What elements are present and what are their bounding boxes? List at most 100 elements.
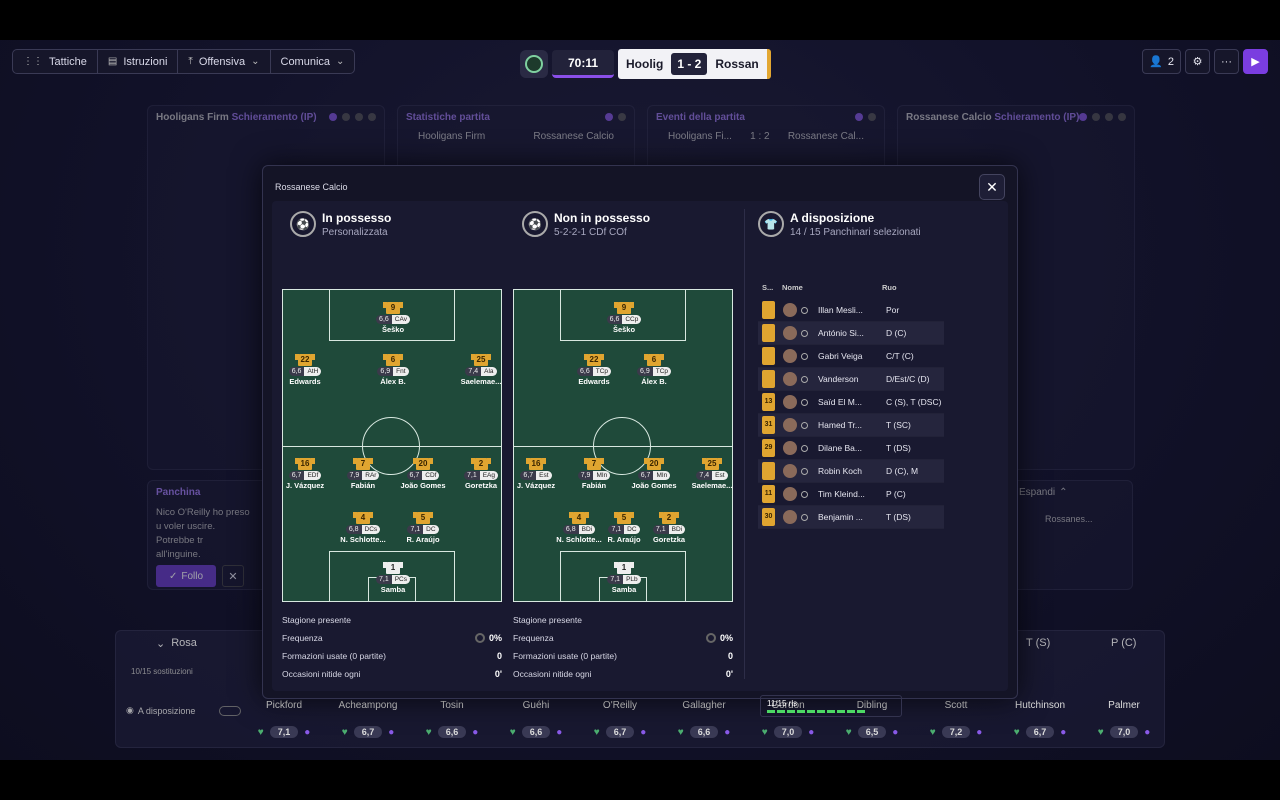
settings-button[interactable]: ⚙ <box>1185 49 1210 74</box>
player-role: DCs <box>361 525 381 534</box>
pitch-player[interactable]: 9 6,6 CCp Šeško <box>594 302 654 342</box>
pitch-player[interactable]: 5 7,1 DC R. Araújo <box>393 512 453 552</box>
gear-icon: ⚙ <box>1192 56 1203 68</box>
bench-player-name: Robin Koch <box>818 466 862 476</box>
pitch-player[interactable]: 16 6,7 Est J. Vázquez <box>514 458 566 498</box>
col-role[interactable]: Ruo <box>882 283 897 292</box>
mentality-dropdown[interactable]: ⤒ Offensiva ⌄ <box>178 50 271 73</box>
bench-row[interactable]: 11 Tim Kleind... P (C) <box>758 483 944 506</box>
follow-button[interactable]: ✓ Follo <box>156 565 216 587</box>
pitch-player[interactable]: 7 7,9 MIn Fabián <box>564 458 624 498</box>
headset-icon <box>801 329 808 337</box>
pitch-player[interactable]: 20 6,7 CDf João Gomes <box>393 458 453 498</box>
player-shirt-number: 1 <box>383 562 403 574</box>
player-role: BDi <box>578 525 596 534</box>
pitch-player[interactable]: 4 6,8 DCs N. Schlotte... <box>333 512 393 552</box>
player-rating: 6,6 <box>288 367 305 376</box>
player-rating: 6,6 <box>576 367 593 376</box>
status-dot-icon: ● <box>892 726 899 738</box>
player-role: EDf <box>304 471 322 480</box>
frequency-ring-icon <box>705 633 716 643</box>
bench-player-name: António Si... <box>818 328 864 338</box>
pitch-player[interactable]: 2 7,1 EAg Goretzka <box>451 458 501 498</box>
squad-player-name[interactable]: Gallagher <box>664 700 744 711</box>
pitch-player[interactable]: 25 7,4 Est Saelemae... <box>682 458 732 498</box>
player-shirt-number: 9 <box>614 302 634 314</box>
pitch-player[interactable]: 1 7,1 PCs Samba <box>363 562 423 601</box>
out-possession-header: ⚽ Non in possesso 5-2-2-1 CDf COf <box>522 211 650 238</box>
player-rating: 6,8 <box>562 525 579 534</box>
dismiss-button[interactable]: ✕ <box>222 565 244 587</box>
squad-player-name[interactable]: Pickford <box>244 700 324 711</box>
pitch-player[interactable]: 20 6,7 MIn João Gomes <box>624 458 684 498</box>
squad-title[interactable]: Rosa <box>171 637 197 650</box>
tactics-button[interactable]: ⋮⋮ Tattiche <box>13 50 98 73</box>
headset-icon <box>801 352 808 360</box>
status-dot-icon: ● <box>388 726 395 738</box>
col-name[interactable]: Nome <box>782 283 882 292</box>
squad-player-rating: 7,2 <box>941 726 971 738</box>
pitch-player[interactable]: 22 6,6 TCp Edwards <box>564 354 624 394</box>
player-role: AtH <box>304 367 322 376</box>
pitch-player[interactable]: 7 7,9 RAr Fabián <box>333 458 393 498</box>
player-role: Fnt <box>393 367 409 376</box>
home-team: Hoolig <box>626 57 664 71</box>
bench-shirt-number: 31 <box>762 416 775 434</box>
squad-player-name[interactable]: Palmer <box>1084 700 1164 711</box>
instructions-button[interactable]: ▤ Istruzioni <box>98 50 179 73</box>
player-rating: 7,9 <box>346 471 363 480</box>
pitch-player[interactable]: 22 6,6 AtH Edwards <box>283 354 335 394</box>
bench-row[interactable]: 30 Benjamin ... T (DS) <box>758 506 944 529</box>
bench-row[interactable]: Vanderson D/Est/C (D) <box>758 368 944 391</box>
squad-player-name[interactable]: O'Reilly <box>580 700 660 711</box>
avatar <box>783 395 797 409</box>
bench-player-name: Hamed Tr... <box>818 420 862 430</box>
squad-player-name[interactable]: Acheampong <box>328 700 408 711</box>
frequency-ring-icon <box>474 633 485 643</box>
bench-row[interactable]: Gabri Veiga C/T (C) <box>758 345 944 368</box>
communicate-dropdown[interactable]: Comunica ⌄ <box>271 50 355 73</box>
bench-player-role: D (C), M <box>886 466 919 476</box>
club-badge-icon[interactable] <box>520 50 548 78</box>
bench-row[interactable]: António Si... D (C) <box>758 322 944 345</box>
bench-row[interactable]: 31 Hamed Tr... T (SC) <box>758 414 944 437</box>
expand-button[interactable]: Espandi <box>1019 487 1055 498</box>
pitch-player[interactable]: 6 6,9 Fnt Álex B. <box>363 354 423 394</box>
match-toolbar: ⋮⋮ Tattiche ▤ Istruzioni ⤒ Offensiva ⌄ Comun… <box>12 49 356 74</box>
squad-player-rating: 6,6 <box>521 726 551 738</box>
player-shirt-number: 16 <box>295 458 315 470</box>
pitch-player[interactable]: 6 6,9 TCp Álex B. <box>624 354 684 394</box>
squad-player-name[interactable]: Guéhi <box>496 700 576 711</box>
col-shirt[interactable]: S... <box>762 283 782 292</box>
pitch-player[interactable]: 16 6,7 EDf J. Vázquez <box>283 458 335 498</box>
more-button[interactable]: ··· <box>1214 49 1239 74</box>
bench-row[interactable]: 29 Dilane Ba... T (DS) <box>758 437 944 460</box>
player-role: MIn <box>653 471 671 480</box>
squad-player-name[interactable]: Hutchinson <box>1000 700 1080 711</box>
player-rating: 7,4 <box>696 471 713 480</box>
available-toggle[interactable] <box>219 705 242 716</box>
player-shirt-number: 20 <box>644 458 664 470</box>
heart-icon: ♥ <box>509 726 516 738</box>
bench-row[interactable]: Robin Koch D (C), M <box>758 460 944 483</box>
pitch-player[interactable]: 25 7,4 Ala Saelemae... <box>451 354 501 394</box>
squad-player-name[interactable]: Scott <box>916 700 996 711</box>
pitch-player[interactable]: 2 7,1 BDi Goretzka <box>639 512 699 552</box>
squad-player-rating: 6,7 <box>353 726 383 738</box>
bench-row[interactable]: 13 Saïd El M... C (S), T (DSC) <box>758 391 944 414</box>
right-tools: 👤 2 ⚙ ··· ▶ <box>1142 49 1268 74</box>
player-rating: 6,7 <box>406 471 423 480</box>
pitch-player[interactable]: 1 7,1 PLb Samba <box>594 562 654 601</box>
squad-player-name[interactable]: Tosin <box>412 700 492 711</box>
player-rating: 7,4 <box>465 367 482 376</box>
player-name: Álex B. <box>380 377 406 386</box>
bench-row[interactable]: Illan Mesli... Por <box>758 299 944 322</box>
play-button[interactable]: ▶ <box>1243 49 1268 74</box>
player-rating: 7,9 <box>577 471 594 480</box>
close-button[interactable]: ✕ <box>979 174 1005 200</box>
heart-icon: ♥ <box>1097 726 1104 738</box>
avatar <box>783 441 797 455</box>
pitch-player[interactable]: 9 6,6 CAv Šeško <box>363 302 423 342</box>
people-button[interactable]: 👤 2 <box>1142 49 1181 74</box>
player-rating: 6,7 <box>520 471 537 480</box>
